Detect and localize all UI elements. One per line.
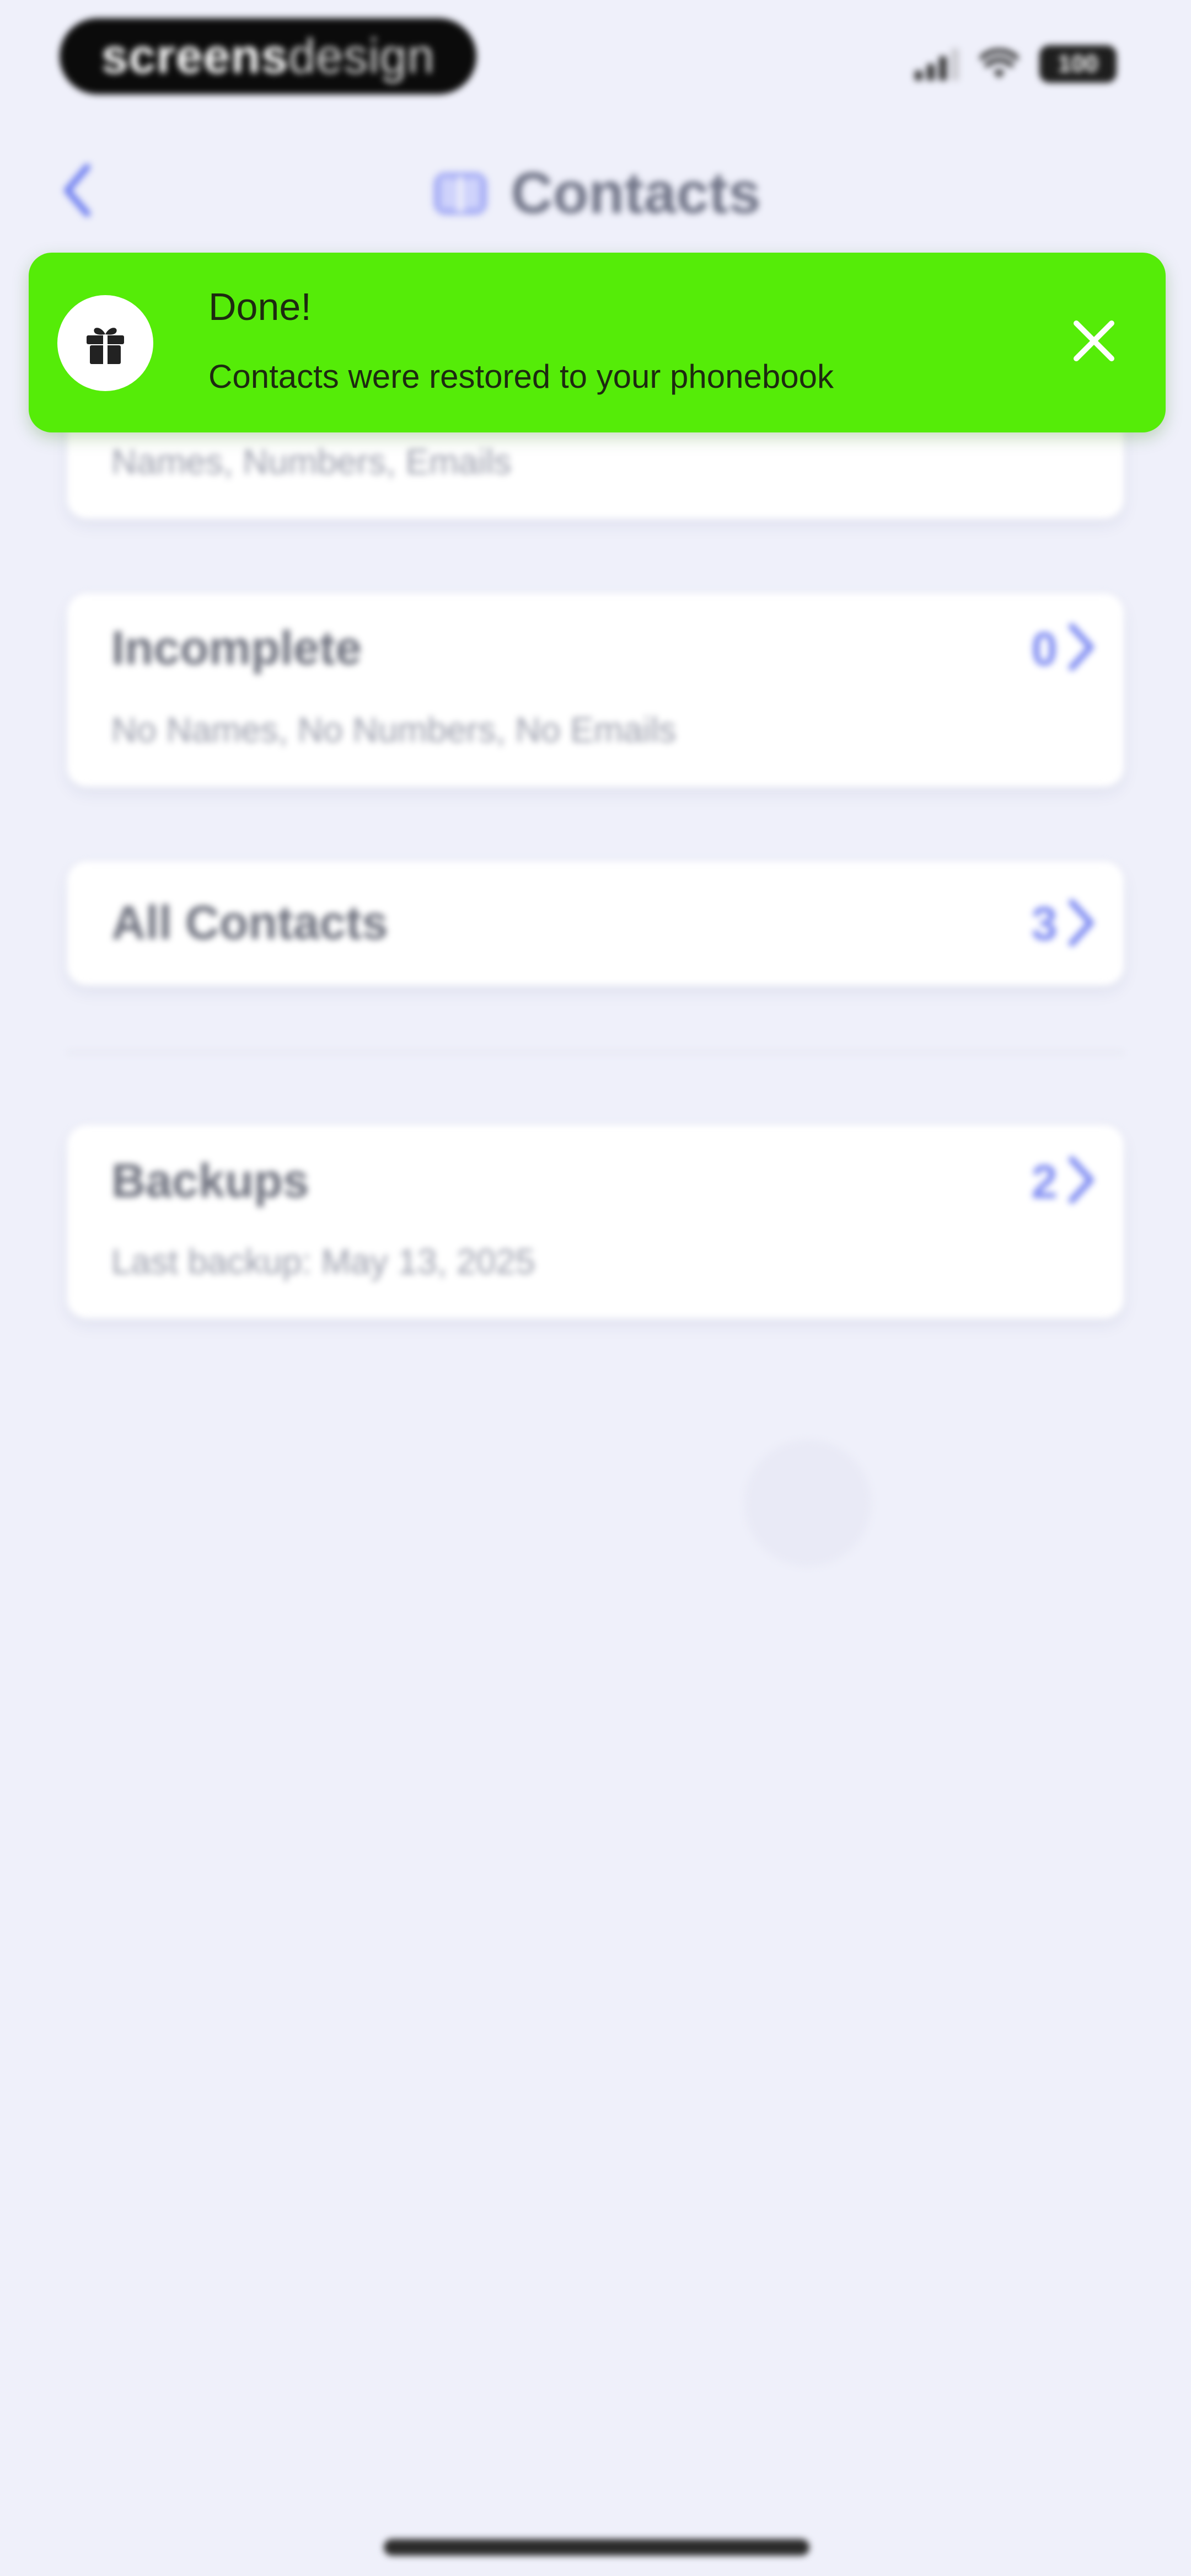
book-open-icon: [433, 172, 488, 215]
card-backups-title: Backups: [111, 1155, 309, 1207]
page-title: Contacts: [511, 160, 761, 226]
card-incomplete-title: Incomplete: [111, 622, 362, 675]
brand-logo-bold: screens: [101, 29, 289, 83]
status-icons: 100: [915, 45, 1117, 83]
home-indicator[interactable]: [384, 2539, 809, 2556]
toast-icon-badge: [57, 295, 153, 391]
chevron-right-icon: [1069, 899, 1094, 947]
contacts-screen: screensdesign 100 Contacts Names, Number…: [0, 0, 1191, 2576]
toast-message: Contacts were restored to your phonebook: [208, 358, 834, 395]
gift-icon: [87, 328, 124, 364]
card-backups[interactable]: Backups Last backup: May 13, 2025 2: [67, 1125, 1124, 1318]
loading-indicator: [744, 1440, 871, 1567]
card-incomplete-count: 0: [1031, 623, 1058, 676]
card-complete-subtitle: Names, Numbers, Emails: [111, 442, 512, 482]
card-incomplete-subtitle: No Names, No Numbers, No Emails: [111, 710, 677, 750]
toast-close-button[interactable]: [1061, 308, 1127, 374]
battery-icon: 100: [1039, 45, 1117, 83]
brand-logo-light: design: [288, 29, 435, 83]
card-backups-subtitle: Last backup: May 13, 2025: [111, 1242, 535, 1281]
card-all-contacts-count: 3: [1031, 897, 1058, 950]
toast-title: Done!: [208, 285, 312, 328]
wifi-icon: [980, 49, 1018, 78]
brand-logo: screensdesign: [60, 18, 476, 94]
card-backups-count: 2: [1031, 1156, 1058, 1209]
card-all-contacts[interactable]: All Contacts 3: [67, 862, 1124, 985]
success-toast[interactable]: Done! Contacts were restored to your pho…: [29, 253, 1166, 432]
card-all-contacts-title: All Contacts: [111, 896, 388, 949]
chevron-right-icon: [1069, 1156, 1094, 1204]
chevron-right-icon: [1069, 623, 1094, 671]
card-incomplete[interactable]: Incomplete No Names, No Numbers, No Emai…: [67, 594, 1124, 787]
close-icon: [1074, 320, 1114, 361]
section-divider: [67, 1051, 1124, 1054]
nav-bar: Contacts: [0, 157, 1191, 229]
cellular-signal-icon: [915, 47, 959, 81]
